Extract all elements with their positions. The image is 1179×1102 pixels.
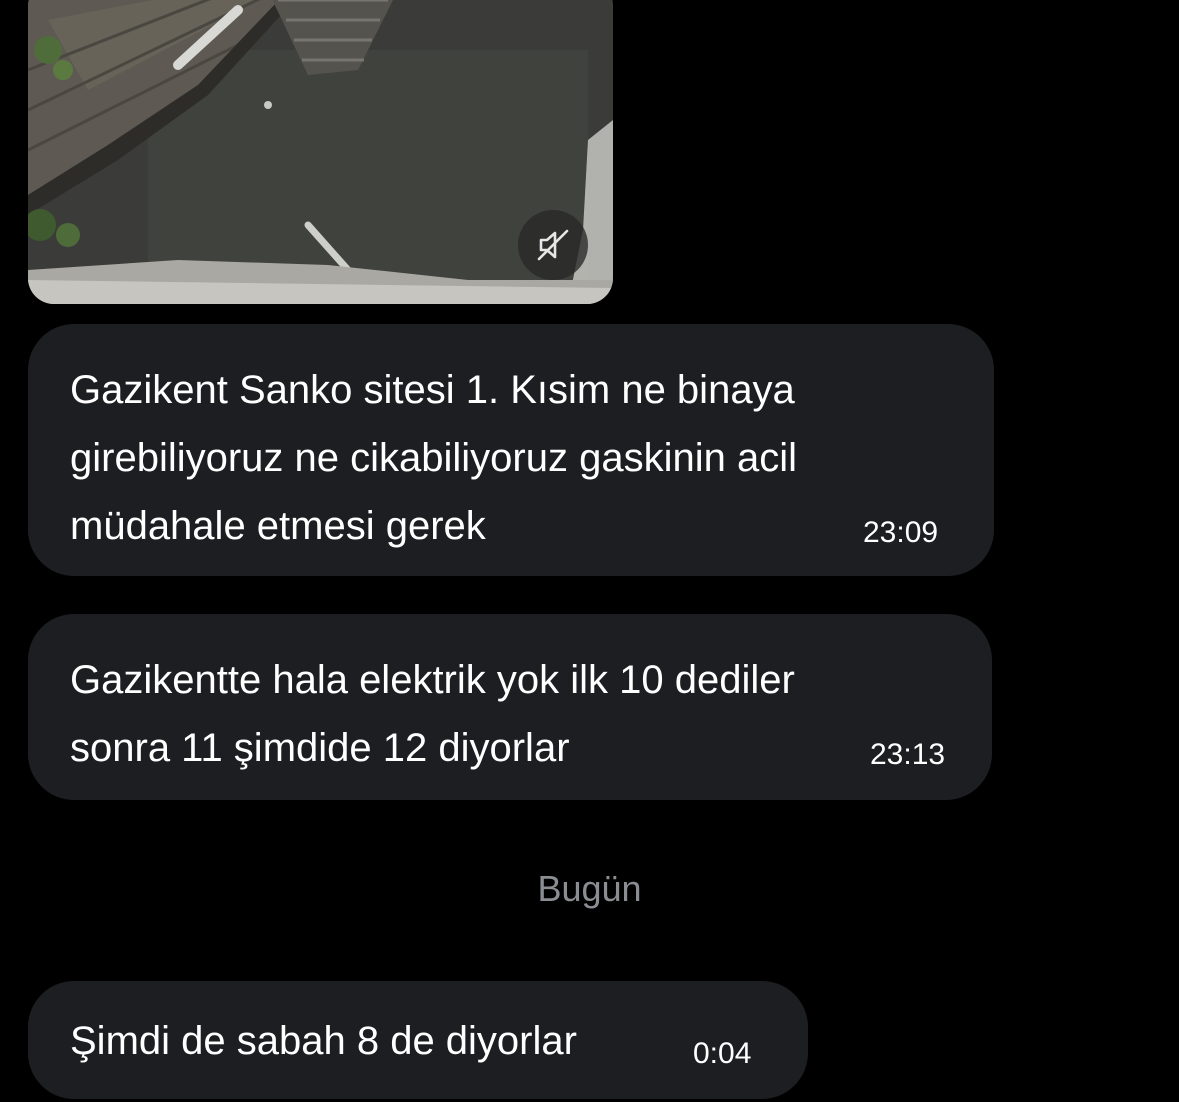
message-text: Gazikentte hala elektrik yok ilk 10 dedi… (70, 646, 795, 782)
message-text: Şimdi de sabah 8 de diyorlar (70, 1007, 577, 1075)
message-timestamp: 23:09 (863, 516, 939, 549)
message-bubble[interactable]: Gazikent Sanko sitesi 1. Kısim ne binaya… (28, 324, 994, 576)
message-line: sonra 11 şimdide 12 diyorlar (70, 726, 570, 770)
message-bubble[interactable]: Şimdi de sabah 8 de diyorlar 0:04 (28, 981, 808, 1099)
day-divider: Bugün (537, 868, 642, 909)
message-line: girebiliyoruz ne cikabiliyoruz gaskinin … (70, 436, 797, 480)
message-line: Gazikentte hala elektrik yok ilk 10 dedi… (70, 658, 795, 702)
message-bubble[interactable]: Gazikentte hala elektrik yok ilk 10 dedi… (28, 614, 992, 800)
message-timestamp: 23:13 (870, 738, 946, 771)
message-text: Gazikent Sanko sitesi 1. Kısim ne binaya… (70, 356, 797, 560)
speaker-muted-icon (537, 229, 569, 261)
mute-toggle-button[interactable] (518, 210, 588, 280)
message-timestamp: 0:04 (693, 1037, 752, 1070)
message-line: müdahale etmesi gerek (70, 504, 486, 548)
video-message[interactable] (28, 0, 613, 304)
message-line: Şimdi de sabah 8 de diyorlar (70, 1019, 577, 1063)
message-line: Gazikent Sanko sitesi 1. Kısim ne binaya (70, 368, 795, 412)
